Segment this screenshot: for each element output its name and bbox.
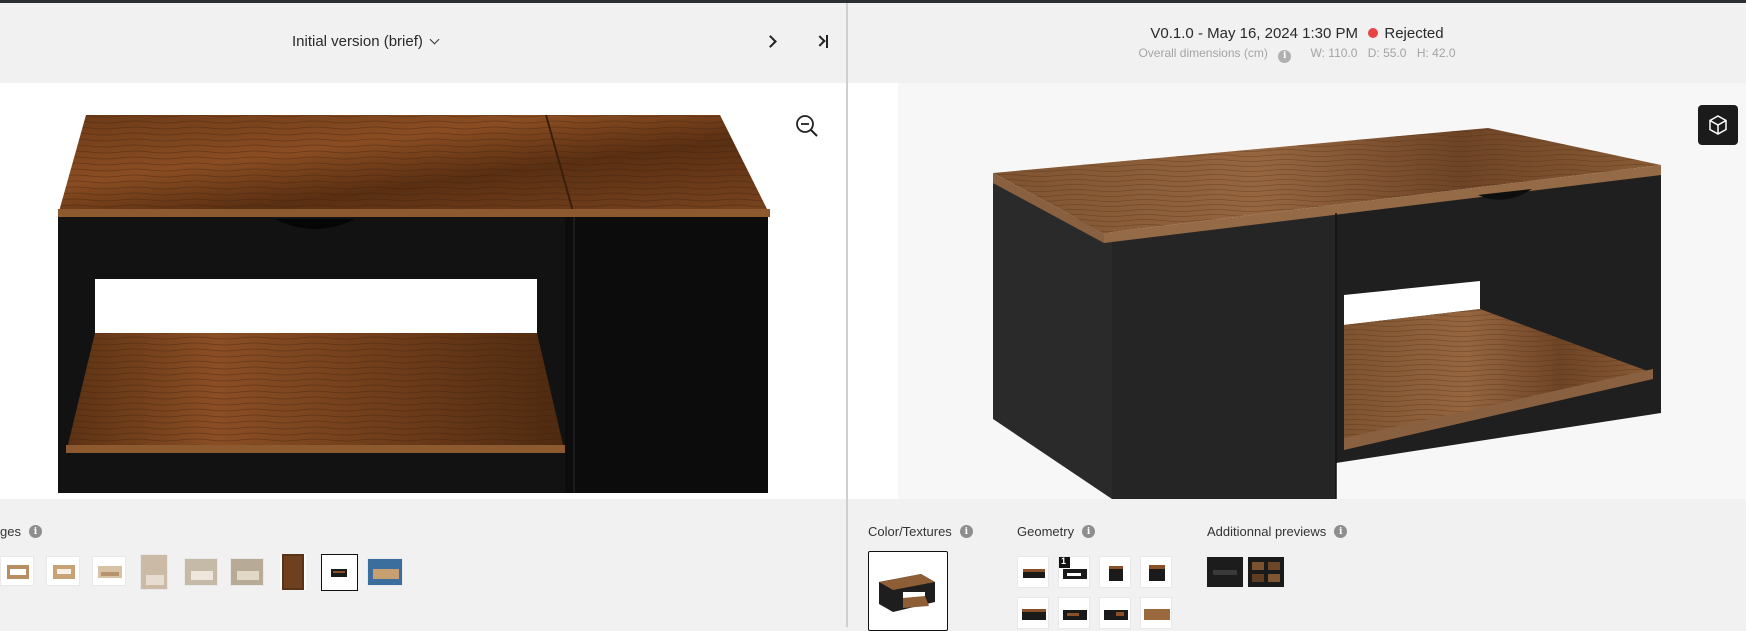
dimension-height: H: 42.0 [1416, 46, 1456, 60]
geometry-preview [1149, 565, 1165, 581]
zoom-out-button[interactable] [794, 113, 820, 139]
additional-previews-label: Additionnal previews i [1207, 524, 1348, 539]
right-header: V0.1.0 - May 16, 2024 1:30 PM Rejected O… [848, 3, 1746, 83]
thumbnail-preview [231, 559, 263, 585]
geometry-preview [1022, 609, 1046, 620]
image-thumbnail[interactable] [367, 558, 403, 586]
additional-preview-thumbnail[interactable] [1248, 557, 1284, 587]
preview-image [1207, 557, 1243, 587]
render-preview [848, 83, 1746, 499]
geometry-preview [1109, 566, 1123, 581]
dimension-depth: D: 55.0 [1367, 46, 1407, 60]
thumbnail-preview [185, 559, 217, 585]
version-dropdown[interactable]: Initial version (brief) [292, 33, 440, 50]
geometry-thumbnail[interactable] [1099, 597, 1131, 629]
color-textures-label: Color/Textures i [868, 524, 973, 539]
image-thumbnail-selected[interactable] [321, 554, 358, 591]
color-texture-swatch[interactable] [868, 551, 948, 631]
dimensions-row: Overall dimensions (cm) i W: 110.0 D: 55… [848, 46, 1746, 63]
geometry-preview [1104, 610, 1128, 620]
geometry-preview [1144, 609, 1170, 620]
version-date: V0.1.0 - May 16, 2024 1:30 PM [1150, 25, 1359, 42]
image-thumbnail[interactable] [280, 554, 306, 590]
geometry-thumbnail[interactable] [1140, 597, 1172, 629]
additional-preview-thumbnail[interactable] [1207, 557, 1243, 587]
version-dropdown-label: Initial version (brief) [292, 33, 423, 50]
geometry-thumbnail[interactable] [1017, 556, 1049, 588]
geometry-badge: 1 [1061, 556, 1067, 566]
info-icon[interactable]: i [959, 525, 973, 538]
thumbnail-preview [141, 555, 167, 589]
thumbnail-preview [368, 559, 402, 585]
geometry-preview [1023, 569, 1045, 578]
dimensions-label: Overall dimensions (cm) [1138, 46, 1268, 60]
thumbnail-preview [282, 554, 304, 590]
coffee-table-photo [58, 114, 770, 493]
version-info: V0.1.0 - May 16, 2024 1:30 PM Rejected [848, 25, 1746, 42]
preview-image [1248, 557, 1284, 587]
image-thumbnail[interactable] [230, 558, 264, 586]
thumbnail-preview [331, 569, 347, 577]
geometry-thumbnail[interactable] [1140, 556, 1172, 588]
image-thumbnail[interactable] [184, 558, 218, 586]
last-arrow-icon [814, 35, 826, 47]
info-icon[interactable]: i [1278, 49, 1292, 63]
info-icon[interactable]: i [1082, 525, 1096, 538]
chevron-down-icon [429, 34, 440, 45]
thumbnail-preview [98, 566, 122, 578]
geometry-preview [1063, 610, 1087, 620]
3d-view-button[interactable] [1698, 105, 1738, 145]
last-version-button[interactable] [810, 29, 834, 53]
reference-image [0, 83, 846, 499]
next-version-button[interactable] [760, 29, 780, 53]
next-arrow-icon [763, 34, 777, 48]
right-panel: V0.1.0 - May 16, 2024 1:30 PM Rejected O… [848, 3, 1746, 631]
image-thumbnail[interactable] [92, 556, 126, 586]
image-thumbnail[interactable] [46, 556, 80, 586]
geometry-thumbnail[interactable] [1058, 597, 1090, 629]
status-dot [1368, 28, 1379, 38]
image-thumbnail[interactable] [140, 554, 168, 590]
thumbnail-preview [53, 565, 75, 579]
coffee-table-render [848, 83, 1746, 499]
dimension-width: W: 110.0 [1310, 46, 1358, 60]
images-section-label: ges i [0, 524, 42, 539]
cube-icon [1709, 115, 1727, 135]
thumbnail-preview [7, 565, 29, 579]
info-icon[interactable]: i [1334, 525, 1348, 538]
geometry-thumbnail[interactable] [1017, 597, 1049, 629]
status-badge: Rejected [1384, 25, 1444, 42]
info-icon[interactable]: i [28, 525, 42, 538]
texture-preview [879, 574, 935, 612]
geometry-thumbnail[interactable] [1099, 556, 1131, 588]
geometry-thumbnail[interactable]: 1 [1058, 556, 1090, 588]
left-header: Initial version (brief) [0, 3, 846, 83]
geometry-label: Geometry i [1017, 524, 1096, 539]
zoom-out-icon [796, 115, 818, 137]
left-panel: Initial version (brief) ges i [0, 3, 846, 627]
image-thumbnail[interactable] [0, 556, 34, 586]
